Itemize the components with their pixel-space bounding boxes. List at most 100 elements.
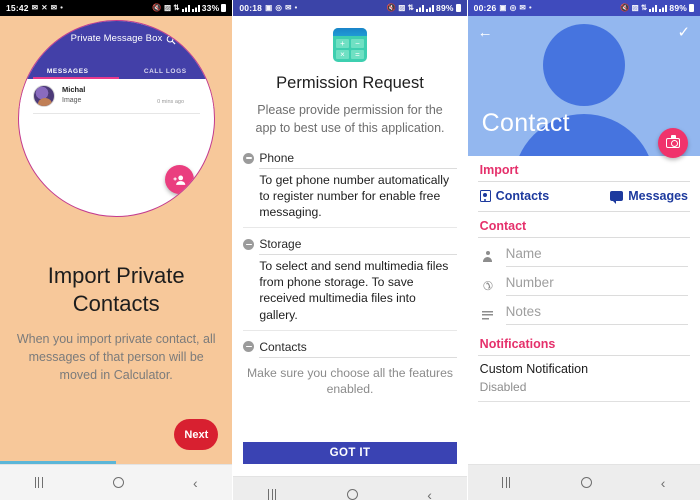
back-icon[interactable]: ‹	[193, 476, 198, 490]
recents-icon[interactable]	[502, 477, 512, 488]
messages-icon	[610, 191, 624, 204]
status-bar-1: 15:42 ✉ ✕ ✉ • 🔇 ▨ ⇅ 33%	[0, 0, 233, 16]
name-input[interactable]	[505, 246, 689, 267]
divider	[259, 356, 457, 358]
signal-icon	[181, 4, 190, 12]
back-arrow-icon[interactable]: ←	[478, 25, 493, 40]
permission-item[interactable]: Contacts	[243, 339, 457, 358]
contact-body: ← ✓ Contact Import Contacts Messages Con…	[467, 16, 700, 464]
system-navbar-2: ‹	[233, 476, 467, 500]
back-icon[interactable]: ‹	[661, 476, 666, 490]
calc-key: −	[351, 39, 364, 48]
check-icon[interactable]: ✓	[677, 25, 690, 40]
mail-icon: ✉	[519, 3, 526, 13]
battery-icon	[689, 4, 695, 12]
calculator-icon: + − × =	[333, 28, 367, 62]
mail-icon: ✉	[285, 3, 292, 13]
panel-permission-request: 00:18 ▣ ◎ ✉ • 🔇 ▨ ⇅ 89% + − × = Permissi…	[233, 0, 467, 500]
permission-body: + − × = Permission Request Please provid…	[233, 28, 467, 476]
field-name[interactable]	[468, 238, 700, 267]
next-button[interactable]: Next	[174, 419, 219, 450]
mute-icon: 🔇	[386, 3, 397, 13]
sync-icon: ⇅	[640, 3, 648, 13]
preview-app-header: Private Message Box MESSAGES CALL LOGS	[19, 21, 214, 79]
mute-icon: 🔇	[152, 3, 162, 13]
import-contacts-button[interactable]: Contacts	[479, 189, 611, 203]
field-notes[interactable]	[468, 296, 700, 325]
permission-name: Storage	[259, 237, 302, 252]
status-time: 00:18	[239, 3, 263, 13]
permission-item[interactable]: Phone To get phone number automatically …	[243, 151, 457, 229]
signal-icon	[649, 4, 658, 12]
status-bar-3: 00:26 ▣ ◎ ✉ • 🔇 ▨ ⇅ 89%	[467, 0, 700, 16]
phone-icon: ✆	[482, 279, 493, 293]
got-it-button[interactable]: GOT IT	[243, 442, 457, 464]
custom-notification-status: Disabled	[479, 380, 527, 394]
page-title: Permission Request	[276, 74, 424, 92]
recents-icon[interactable]	[34, 477, 44, 488]
section-header-import: Import	[479, 163, 519, 177]
system-navbar-3: ‹	[467, 464, 700, 500]
contact-name: Michal	[62, 85, 86, 94]
system-navbar-1: ‹	[0, 464, 233, 500]
divider	[243, 227, 457, 229]
record-icon: ◎	[275, 3, 283, 13]
custom-notification-row[interactable]: Custom Notification Disabled	[468, 356, 700, 394]
permission-item[interactable]: Storage To select and send multimedia fi…	[243, 237, 457, 331]
tab-messages[interactable]: MESSAGES	[19, 68, 117, 75]
collapse-icon[interactable]	[243, 152, 255, 164]
recents-icon[interactable]	[268, 489, 278, 500]
wifi-icon: ▨	[631, 3, 639, 13]
signal-icon	[659, 4, 668, 12]
battery-icon	[455, 4, 461, 12]
panel-onboarding: 15:42 ✉ ✕ ✉ • 🔇 ▨ ⇅ 33% Private Message …	[0, 0, 233, 500]
notes-input[interactable]	[505, 304, 689, 325]
screenshot-icon: ▣	[499, 3, 507, 13]
back-icon[interactable]: ‹	[427, 488, 432, 500]
custom-notification-label: Custom Notification	[479, 362, 589, 376]
mute-icon: 🔇	[620, 3, 630, 13]
import-messages-label: Messages	[628, 189, 689, 203]
permission-name: Contacts	[259, 339, 307, 354]
section-header-contact: Contact	[479, 219, 527, 233]
home-icon[interactable]	[580, 477, 592, 488]
dot-icon: •	[60, 3, 64, 13]
field-number[interactable]: ✆	[468, 267, 700, 296]
app-preview-circle: Private Message Box MESSAGES CALL LOGS M…	[18, 20, 215, 217]
add-person-icon[interactable]	[165, 165, 194, 194]
preview-app-title: Private Message Box	[70, 33, 163, 44]
message-list-item[interactable]: Michal Image 0 mins ago	[19, 79, 214, 107]
status-time: 00:26	[473, 3, 497, 13]
home-icon[interactable]	[112, 477, 124, 488]
battery-percent: 33%	[201, 3, 220, 13]
import-messages-button[interactable]: Messages	[610, 189, 689, 204]
search-icon[interactable]	[166, 32, 176, 50]
wifi-icon: ▨	[398, 3, 406, 13]
divider	[477, 401, 691, 402]
dot-icon: •	[294, 3, 298, 13]
avatar	[33, 85, 55, 107]
collapse-icon[interactable]	[243, 238, 255, 250]
onboarding-body: Private Message Box MESSAGES CALL LOGS M…	[0, 16, 233, 464]
import-options: Contacts Messages	[468, 182, 700, 211]
tab-call-logs[interactable]: CALL LOGS	[117, 68, 215, 75]
collapse-icon[interactable]	[243, 341, 255, 353]
camera-icon[interactable]	[658, 128, 689, 158]
signal-icon	[191, 4, 200, 12]
person-icon	[480, 247, 496, 267]
message-time: 0 mins ago	[157, 99, 184, 105]
bluetooth-icon: ✕	[41, 3, 48, 13]
sync-icon: ⇅	[173, 3, 180, 13]
dot-icon: •	[528, 3, 532, 13]
permission-name: Phone	[259, 151, 295, 165]
page-title: Contact	[481, 109, 570, 137]
permission-list: Phone To get phone number automatically …	[243, 151, 457, 358]
home-icon[interactable]	[346, 489, 358, 500]
permission-note: Make sure you choose all the features en…	[247, 365, 453, 397]
status-bar-2: 00:18 ▣ ◎ ✉ • 🔇 ▨ ⇅ 89%	[233, 0, 467, 16]
record-icon: ◎	[509, 3, 517, 13]
battery-icon	[221, 4, 227, 12]
calc-key: ×	[336, 50, 349, 59]
contacts-icon	[479, 190, 491, 202]
number-input[interactable]	[505, 275, 689, 296]
